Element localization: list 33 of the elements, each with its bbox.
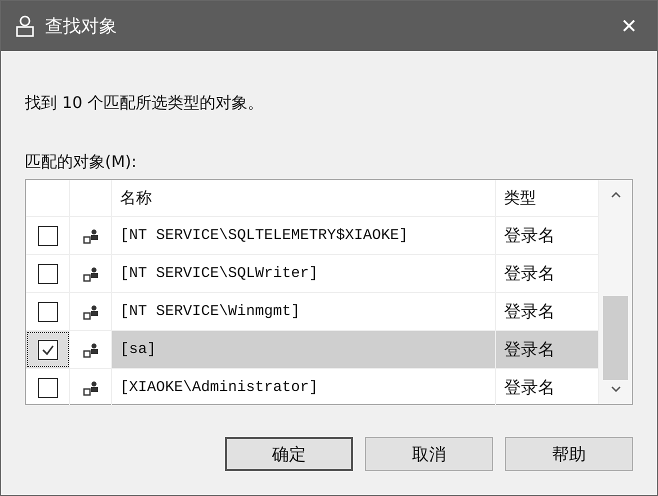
user-icon (15, 15, 35, 37)
login-icon (82, 342, 98, 358)
login-icon (82, 380, 98, 396)
dialog-button[interactable]: 取消 (365, 437, 493, 471)
scrollbar[interactable] (598, 180, 632, 404)
column-header[interactable]: 类型 (496, 180, 598, 216)
table-cell[interactable]: [NT SERVICE\Winmgmt] (112, 293, 496, 330)
checkbox[interactable] (38, 264, 58, 284)
column-header[interactable]: 名称 (112, 180, 496, 216)
result-message: 找到 10 个匹配所选类型的对象。 (25, 93, 265, 114)
login-icon (82, 266, 98, 282)
dialog-button[interactable]: 帮助 (505, 437, 633, 471)
table-cell-text: 登录名 (503, 263, 556, 286)
checkbox[interactable] (38, 226, 58, 246)
table-cell[interactable]: [NT SERVICE\SQLWriter] (112, 255, 496, 292)
scroll-up-icon[interactable] (610, 192, 620, 198)
table-cell-text: 登录名 (503, 377, 556, 400)
table-cell[interactable]: [sa] (112, 331, 496, 368)
table-cell: 登录名 (496, 331, 598, 368)
checkbox[interactable] (38, 340, 58, 360)
table-cell[interactable]: [NT SERVICE\SQLTELEMETRY$XIAOKE] (112, 217, 496, 254)
table-cell-text: 登录名 (503, 301, 556, 324)
login-icon (82, 228, 98, 244)
table-cell-text: 登录名 (503, 225, 556, 248)
checkbox[interactable] (38, 378, 58, 398)
login-icon (82, 304, 98, 320)
table-cell[interactable]: [XIAOKE\Administrator] (112, 369, 496, 406)
close-button[interactable]: ✕ (601, 1, 657, 51)
window-title: 查找对象 (45, 15, 118, 38)
list-label: 匹配的对象(M): (25, 152, 138, 173)
dialog-button[interactable]: 确定 (225, 437, 353, 471)
checkbox[interactable] (38, 302, 58, 322)
scroll-down-icon[interactable] (610, 386, 620, 392)
